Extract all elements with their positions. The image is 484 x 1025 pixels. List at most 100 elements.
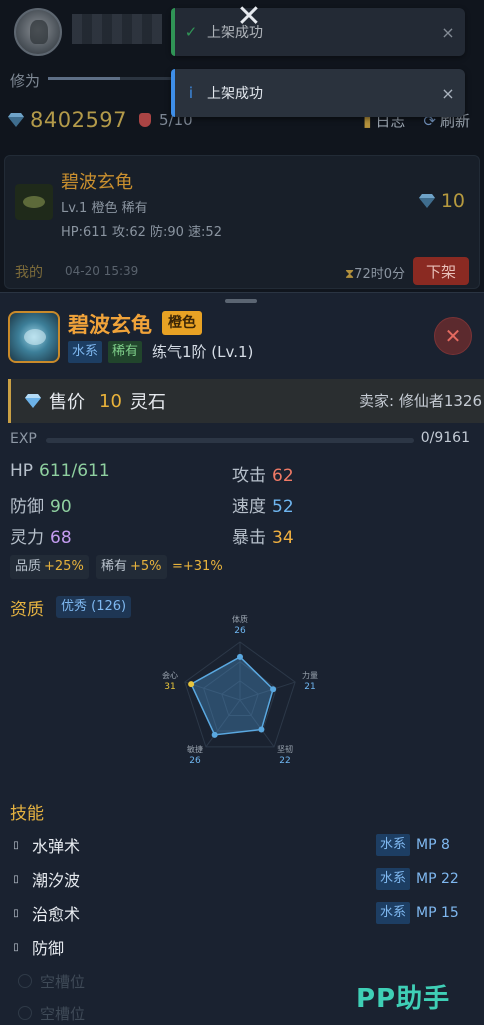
stat-label: 速度	[232, 497, 266, 517]
toast-close-icon[interactable]: ×	[431, 84, 465, 103]
spirit-stone-count: 8402597	[30, 108, 128, 132]
skill-row[interactable]: ▯ 防御	[10, 933, 470, 961]
skill-row[interactable]: ▯ 潮汐波 水系 MP 22	[10, 865, 470, 893]
radar-value: 26	[234, 626, 246, 636]
quality-badge: 橙色	[162, 311, 202, 335]
aptitude-radar-chart: 体质 26 力量 21 坚韧 22 敏捷 26 会心 31	[162, 614, 318, 766]
level-progress-bar	[48, 77, 178, 80]
stat-speed: 速度 52	[232, 492, 294, 517]
stat-value: 52	[272, 497, 294, 517]
stat-attack: 攻击 62	[232, 461, 294, 486]
stat-value: 62	[272, 466, 294, 486]
currency-row: 8402597 5/10	[8, 108, 193, 132]
diamond-icon	[25, 394, 41, 408]
toast-success: ✓ 上架成功 ×	[171, 8, 465, 56]
pouch-icon	[139, 113, 152, 127]
listing-name: 碧波玄龟	[61, 172, 133, 193]
exp-bar	[46, 438, 414, 443]
radar-label: 力量	[302, 670, 318, 680]
level-label: 修为	[10, 72, 41, 90]
skill-icon: ▯	[13, 907, 19, 919]
price-unit: 灵石	[129, 392, 166, 413]
radar-point	[211, 731, 218, 738]
pet-name: 碧波玄龟	[68, 313, 152, 337]
skill-name: 治愈术	[32, 905, 81, 924]
radar-label: 敏捷	[187, 744, 203, 754]
listing-price-value: 10	[440, 190, 465, 212]
toast-info: i 上架成功 ×	[171, 69, 465, 117]
radar-label: 会心	[162, 670, 178, 680]
pet-detail-panel: 碧波玄龟 橙色 水系 稀有 练气1阶 (Lv.1) ✕ 售价 10 灵石 卖家:…	[0, 292, 484, 1025]
listing-owner: 我的	[15, 265, 43, 281]
element-badge: 水系	[68, 341, 103, 363]
skill-element-badge: 水系	[375, 868, 410, 890]
stat-value: 611/611	[39, 461, 110, 481]
stat-hp: HP 611/611	[10, 461, 110, 481]
info-icon: i	[188, 84, 194, 102]
avatar[interactable]	[14, 8, 62, 56]
stat-value: 90	[50, 497, 72, 517]
skill-icon: ▯	[13, 839, 19, 851]
skill-icon: ▯	[13, 873, 19, 885]
empty-slot-icon	[18, 1006, 32, 1020]
bonus-total: =+31%	[172, 559, 223, 574]
radar-label: 体质	[232, 614, 248, 624]
bonus-value: +25%	[44, 559, 84, 574]
bonus-label: 稀有	[101, 559, 128, 574]
skills-title: 技能	[10, 804, 44, 824]
unlist-button[interactable]: 下架	[413, 257, 469, 285]
exp-value: 0/9161	[420, 430, 470, 446]
check-icon: ✓	[184, 23, 198, 41]
radar-value: 22	[279, 756, 290, 766]
drag-handle[interactable]	[225, 299, 257, 303]
aptitude-title: 资质	[10, 600, 44, 620]
diamond-icon	[8, 113, 24, 127]
stat-label: HP	[10, 461, 34, 481]
price-label: 售价	[49, 392, 85, 413]
radar-value: 26	[189, 756, 201, 766]
stat-crit: 暴击 34	[232, 523, 294, 548]
bonus-value: +5%	[130, 559, 162, 574]
radar-point	[188, 681, 195, 688]
quality-bonus: 品质 +25%	[10, 555, 89, 579]
price-value: 10	[99, 390, 122, 412]
skill-icon: ▯	[13, 941, 19, 953]
empty-slot-label: 空槽位	[40, 972, 86, 991]
listing-price: 10	[418, 190, 465, 212]
close-panel-button[interactable]: ✕	[434, 317, 472, 355]
skill-element-badge: 水系	[375, 902, 410, 924]
cultivation-stage: 练气1阶 (Lv.1)	[152, 343, 254, 361]
stat-label: 防御	[10, 497, 44, 517]
skill-element-badge: 水系	[375, 834, 410, 856]
empty-skill-slot[interactable]: 空槽位	[18, 970, 85, 992]
skill-name: 防御	[32, 939, 65, 958]
radar-point	[237, 653, 243, 660]
radar-value: 21	[304, 682, 315, 692]
blurred-username	[72, 14, 162, 44]
seller-name: 卖家: 修仙者1326	[359, 392, 482, 410]
level-progress-fill	[48, 77, 120, 80]
listing-stats: HP:611 攻:62 防:90 速:52	[61, 225, 222, 240]
skill-row[interactable]: ▯ 治愈术 水系 MP 15	[10, 899, 470, 927]
empty-slot-icon	[18, 974, 32, 988]
listing-subtitle: Lv.1 橙色 稀有	[61, 201, 148, 216]
stat-label: 灵力	[10, 528, 44, 548]
toast-close-icon[interactable]: ×	[431, 23, 465, 42]
stat-value: 68	[50, 528, 72, 548]
hourglass-icon: ⧗	[345, 267, 355, 282]
radar-value: 31	[164, 682, 175, 692]
stat-value: 34	[272, 528, 294, 548]
empty-skill-slot[interactable]: 空槽位	[18, 1002, 85, 1024]
skill-row[interactable]: ▯ 水弹术 水系 MP 8	[10, 831, 470, 859]
skill-mp: MP 22	[416, 871, 459, 887]
listing-time: 04-20 15:39	[65, 264, 139, 278]
listing-remaining: ⧗72时0分	[345, 263, 405, 282]
radar-point	[258, 726, 265, 733]
diamond-icon	[418, 194, 435, 208]
close-icon[interactable]: ✕	[233, 2, 265, 34]
empty-slot-label: 空槽位	[40, 1004, 86, 1023]
listing-card[interactable]: 碧波玄龟 Lv.1 橙色 稀有 HP:611 攻:62 防:90 速:52 10…	[4, 155, 480, 289]
radar-label: 坚韧	[277, 744, 293, 754]
stat-spirit: 灵力 68	[10, 523, 72, 548]
turtle-thumbnail	[15, 184, 53, 220]
